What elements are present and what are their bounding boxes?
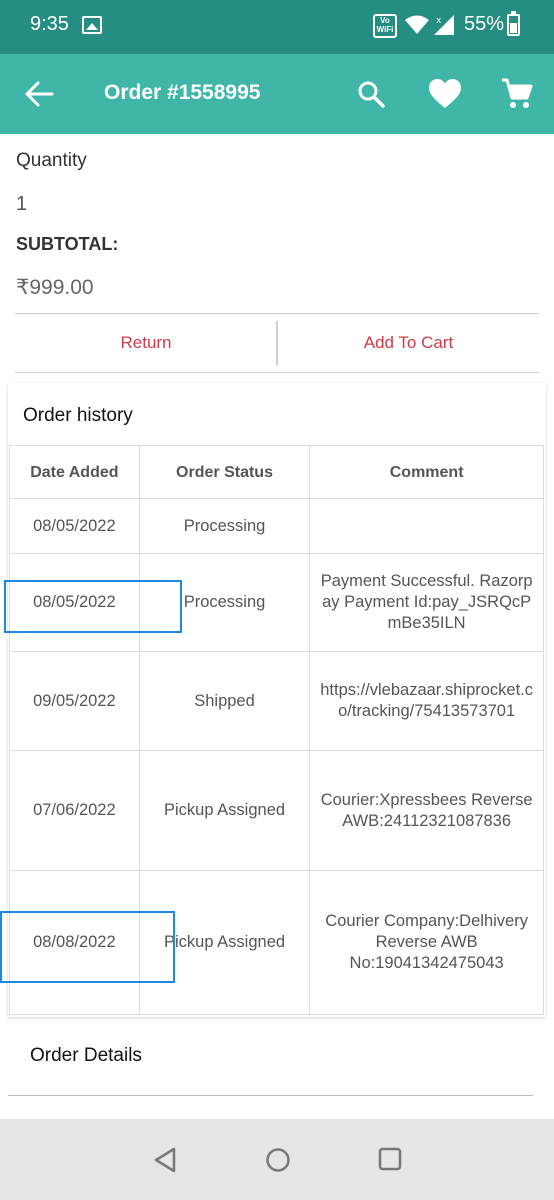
system-nav-bar bbox=[0, 1119, 554, 1200]
nav-recents-icon[interactable] bbox=[378, 1147, 402, 1171]
cell-status: Pickup Assigned bbox=[138, 750, 311, 871]
cell-status: Processing bbox=[138, 498, 311, 554]
quantity-label: Quantity bbox=[16, 150, 87, 171]
battery-icon bbox=[507, 11, 520, 36]
return-button[interactable]: Return bbox=[15, 314, 277, 372]
column-header-date: Date Added bbox=[9, 445, 140, 499]
back-arrow-icon[interactable] bbox=[24, 80, 54, 108]
battery-percentage: 55% bbox=[464, 13, 505, 35]
column-header-status: Order Status bbox=[138, 445, 311, 499]
search-icon[interactable] bbox=[357, 80, 385, 108]
status-bar: 9:35 Vo WiFi x 55% bbox=[0, 0, 554, 54]
image-notification-icon bbox=[82, 16, 102, 34]
cell-comment: Courier Company:Delhivery Reverse AWB No… bbox=[309, 870, 544, 1015]
heart-icon[interactable] bbox=[428, 78, 462, 110]
column-header-comment: Comment bbox=[309, 445, 544, 499]
cell-status: Shipped bbox=[138, 651, 311, 751]
nav-back-icon[interactable] bbox=[153, 1147, 177, 1173]
cell-date: 07/06/2022 bbox=[9, 750, 140, 871]
cell-comment: Courier:Xpressbees Reverse AWB:241123210… bbox=[309, 750, 544, 871]
table-row: 08/05/2022 Processing bbox=[9, 498, 544, 554]
cell-comment: https://vlebazaar.shiprocket.co/tracking… bbox=[309, 651, 544, 751]
wifi-icon bbox=[405, 15, 429, 34]
subtotal-label: SUBTOTAL: bbox=[16, 234, 119, 254]
page-title: Order #1558995 bbox=[104, 81, 261, 104]
cell-comment: Payment Successful. Razorpay Payment Id:… bbox=[309, 553, 544, 652]
vowifi-icon: Vo WiFi bbox=[373, 14, 397, 38]
cell-date: 09/05/2022 bbox=[9, 651, 140, 751]
order-actions: Return Add To Cart bbox=[15, 313, 539, 373]
signal-icon: x bbox=[434, 15, 454, 35]
subtotal-value: ₹999.00 bbox=[16, 276, 94, 299]
add-to-cart-button[interactable]: Add To Cart bbox=[278, 314, 539, 372]
app-bar: Order #1558995 bbox=[0, 54, 554, 134]
cart-icon[interactable] bbox=[501, 78, 533, 110]
divider bbox=[8, 1095, 533, 1096]
cell-date: 08/05/2022 bbox=[9, 498, 140, 554]
status-time: 9:35 bbox=[30, 13, 69, 35]
svg-text:x: x bbox=[436, 16, 442, 26]
order-history-heading: Order history bbox=[23, 405, 133, 426]
highlight-box bbox=[0, 911, 175, 983]
order-details-heading[interactable]: Order Details bbox=[30, 1045, 142, 1067]
table-row: 09/05/2022 Shipped https://vlebazaar.shi… bbox=[9, 651, 544, 751]
cell-comment bbox=[309, 498, 544, 554]
nav-home-icon[interactable] bbox=[265, 1147, 291, 1173]
highlight-box bbox=[4, 580, 182, 633]
table-row: 07/06/2022 Pickup Assigned Courier:Xpres… bbox=[9, 750, 544, 871]
table-header-row: Date Added Order Status Comment bbox=[9, 445, 544, 499]
quantity-value: 1 bbox=[16, 193, 28, 215]
